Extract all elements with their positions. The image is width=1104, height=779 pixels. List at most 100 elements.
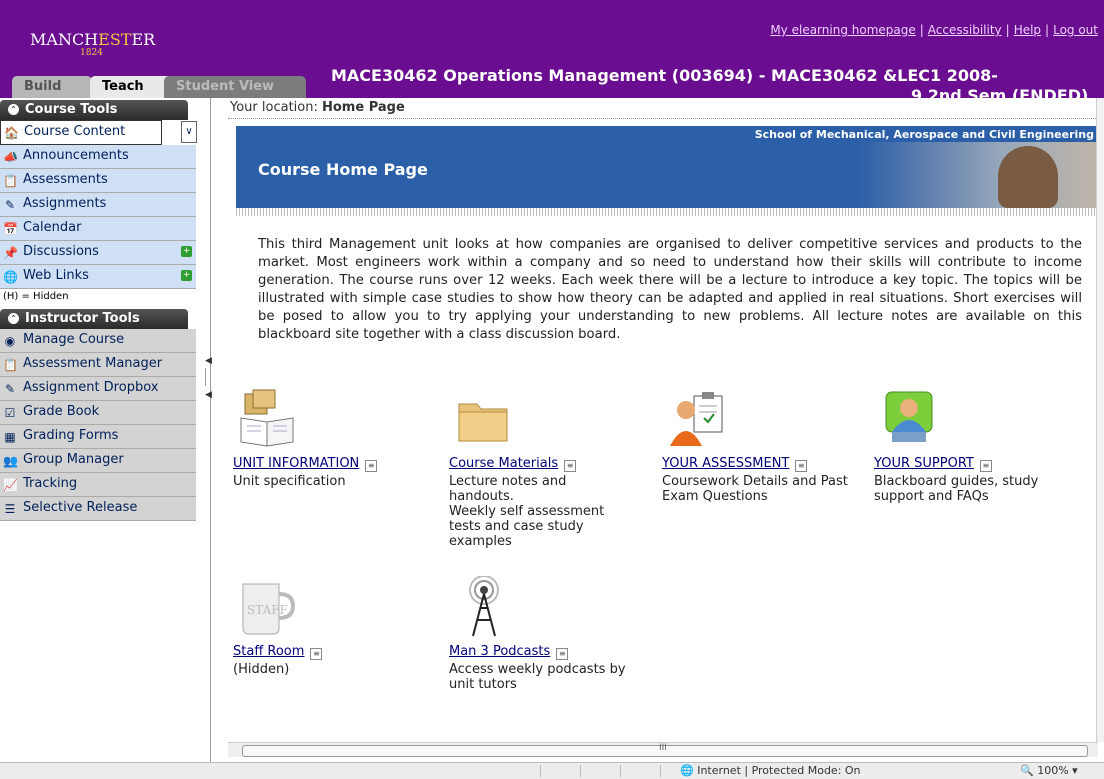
hidden-legend: (H) = Hidden xyxy=(3,291,69,302)
vertical-scrollbar[interactable] xyxy=(1096,98,1104,742)
tile-description: Access weekly podcasts by unit tutors xyxy=(449,662,626,692)
course-tools-title: Course Tools xyxy=(25,102,118,117)
sidebar-item-calendar[interactable]: 📅 Calendar xyxy=(0,217,196,241)
logo-year: 1824 xyxy=(80,48,103,58)
sidebar-item-grading-forms[interactable]: ▦ Grading Forms xyxy=(0,425,196,449)
tile-description: Coursework Details and Past Exam Questio… xyxy=(662,474,848,504)
man-3-podcasts-link[interactable]: Man 3 Podcasts xyxy=(449,644,550,659)
collapse-sidebar-icon[interactable]: ◀ xyxy=(205,390,212,400)
banner-department: School of Mechanical, Aerospace and Civi… xyxy=(754,128,1094,141)
sidebar-item-course-content[interactable]: 🏠 Course Content ∨ xyxy=(0,120,197,145)
mug-label: STAFF xyxy=(247,603,288,617)
sidebar-item-assessments[interactable]: 📋 Assessments xyxy=(0,169,196,193)
context-menu-icon[interactable]: ≡ xyxy=(365,460,378,472)
intro-text: This third Management unit looks at how … xyxy=(258,237,1082,342)
course-title-line1: MACE30462 Operations Management (003694)… xyxy=(331,66,998,85)
context-menu-icon[interactable]: ≡ xyxy=(564,460,577,472)
my-elearning-link[interactable]: My elearning homepage xyxy=(770,23,915,37)
collapse-icon: ⌃ xyxy=(8,313,19,324)
breadcrumb: Your location: Home Page xyxy=(228,98,1098,119)
sidebar-item-discussions[interactable]: 📌 Discussions + xyxy=(0,241,196,265)
sidebar-item-tracking[interactable]: 📈 Tracking xyxy=(0,473,196,497)
breadcrumb-current: Home Page xyxy=(322,100,405,115)
tile-description: Unit specification xyxy=(233,474,346,489)
sidebar-item-manage-course[interactable]: ◉ Manage Course xyxy=(0,329,196,353)
course-tools-header[interactable]: ⌃ Course Tools xyxy=(0,100,188,120)
course-title: MACE30462 Operations Management (003694)… xyxy=(331,66,1104,98)
instructor-tools-header[interactable]: ⌃ Instructor Tools xyxy=(0,309,188,329)
tab-student-view[interactable]: Student View xyxy=(164,76,306,98)
add-icon[interactable]: + xyxy=(181,270,192,281)
divider xyxy=(236,208,1098,216)
cube-icon: ◉ xyxy=(4,334,16,348)
top-links: My elearning homepage | Accessibility | Help… xyxy=(770,23,1098,37)
folder-icon xyxy=(453,388,515,450)
sidebar: ⌃ Course Tools 🏠 Course Content ∨ 📣 Announce… xyxy=(0,98,212,762)
add-icon[interactable]: + xyxy=(181,246,192,257)
sidebar-item-group-manager[interactable]: 👥 Group Manager xyxy=(0,449,196,473)
logout-link[interactable]: Log out xyxy=(1053,23,1098,37)
tile-your-support: YOUR SUPPORT ≡ Blackboard guides, study s… xyxy=(874,388,1074,504)
course-banner: School of Mechanical, Aerospace and Civi… xyxy=(236,126,1098,208)
logo-text-end: ER xyxy=(131,30,156,49)
tab-build[interactable]: Build xyxy=(12,76,92,98)
main-content: Your location: Home Page School of Mecha… xyxy=(228,98,1098,742)
collapse-sidebar-icon[interactable]: ◀ xyxy=(205,356,212,366)
sidebar-item-grade-book[interactable]: ☑ Grade Book xyxy=(0,401,196,425)
assessment-icon: 📋 xyxy=(3,358,18,372)
antenna-icon xyxy=(453,575,515,638)
dropbox-icon: ✎ xyxy=(4,382,16,396)
assessment-icon: 📋 xyxy=(3,174,18,188)
support-person-icon xyxy=(878,388,940,450)
megaphone-icon: 📣 xyxy=(3,150,18,164)
home-icon: 🏠 xyxy=(4,126,19,140)
university-logo[interactable]: MANCHESTER 1824 xyxy=(30,30,156,58)
release-icon: ☰ xyxy=(4,502,16,516)
gradebook-icon: ☑ xyxy=(4,406,16,420)
sidebar-item-assignment-dropbox[interactable]: ✎ Assignment Dropbox xyxy=(0,377,196,401)
tile-your-assessment: YOUR ASSESSMENT ≡ Coursework Details and … xyxy=(662,388,862,504)
banner-photo xyxy=(858,142,1098,208)
logo-text: MANCH xyxy=(30,30,99,49)
calendar-icon: 📅 xyxy=(3,222,18,236)
sidebar-item-assessment-manager[interactable]: 📋 Assessment Manager xyxy=(0,353,196,377)
course-materials-link[interactable]: Course Materials xyxy=(449,456,558,471)
staff-room-link[interactable]: Staff Room xyxy=(233,644,304,659)
assignment-icon: ✎ xyxy=(4,198,16,212)
sidebar-item-assignments[interactable]: ✎ Assignments xyxy=(0,193,196,217)
tile-course-materials: Course Materials ≡ Lecture notes and hand… xyxy=(449,388,649,549)
scrollbar-thumb[interactable]: III xyxy=(242,743,1088,757)
staff-mug-icon: STAFF xyxy=(237,576,299,638)
sidebar-item-web-links[interactable]: 🌐 Web Links + xyxy=(0,265,196,289)
pushpin-icon: 📌 xyxy=(3,246,18,260)
security-zone[interactable]: 🌐 Internet | Protected Mode: On xyxy=(680,763,861,779)
unit-information-link[interactable]: UNIT INFORMATION xyxy=(233,456,359,471)
context-menu-icon[interactable]: ≡ xyxy=(979,460,992,472)
accessibility-link[interactable]: Accessibility xyxy=(928,23,1002,37)
sidebar-item-selective-release[interactable]: ☰ Selective Release xyxy=(0,497,196,521)
your-assessment-link[interactable]: YOUR ASSESSMENT xyxy=(662,456,789,471)
context-menu-icon[interactable]: ≡ xyxy=(310,648,323,660)
group-icon: 👥 xyxy=(3,454,18,468)
course-title-line2: 9 2nd Sem (ENDED) xyxy=(911,86,1089,98)
globe-icon: 🌐 xyxy=(3,270,18,284)
tile-description: Blackboard guides, study support and FAQ… xyxy=(874,474,1039,504)
sidebar-item-announcements[interactable]: 📣 Announcements xyxy=(0,145,196,169)
chevron-down-icon[interactable]: ∨ xyxy=(181,121,197,143)
zoom-level[interactable]: 🔍 100% ▾ xyxy=(1020,763,1078,779)
context-menu-icon[interactable]: ≡ xyxy=(556,648,569,660)
horizontal-scrollbar[interactable]: III xyxy=(228,742,1098,757)
browser-status-bar: 🌐 Internet | Protected Mode: On 🔍 100% ▾ xyxy=(0,762,1104,779)
tile-man-3-podcasts: Man 3 Podcasts ≡ Access weekly podcasts b… xyxy=(449,575,649,692)
your-support-link[interactable]: YOUR SUPPORT xyxy=(874,456,974,471)
tile-description: Lecture notes and handouts. Weekly self … xyxy=(449,474,605,549)
banner-title: Course Home Page xyxy=(258,160,428,179)
instructor-tools-panel: ⌃ Instructor Tools ◉ Manage Course 📋 Assess… xyxy=(0,309,210,521)
grading-form-icon: ▦ xyxy=(4,430,16,444)
top-banner: MANCHESTER 1824 My elearning homepage | Ac… xyxy=(0,0,1104,98)
logo-text-highlight: EST xyxy=(98,30,132,49)
tile-staff-room: STAFF Staff Room ≡ (Hidden) xyxy=(233,576,433,677)
resize-grip[interactable] xyxy=(205,368,211,386)
help-link[interactable]: Help xyxy=(1014,23,1041,37)
context-menu-icon[interactable]: ≡ xyxy=(795,460,808,472)
